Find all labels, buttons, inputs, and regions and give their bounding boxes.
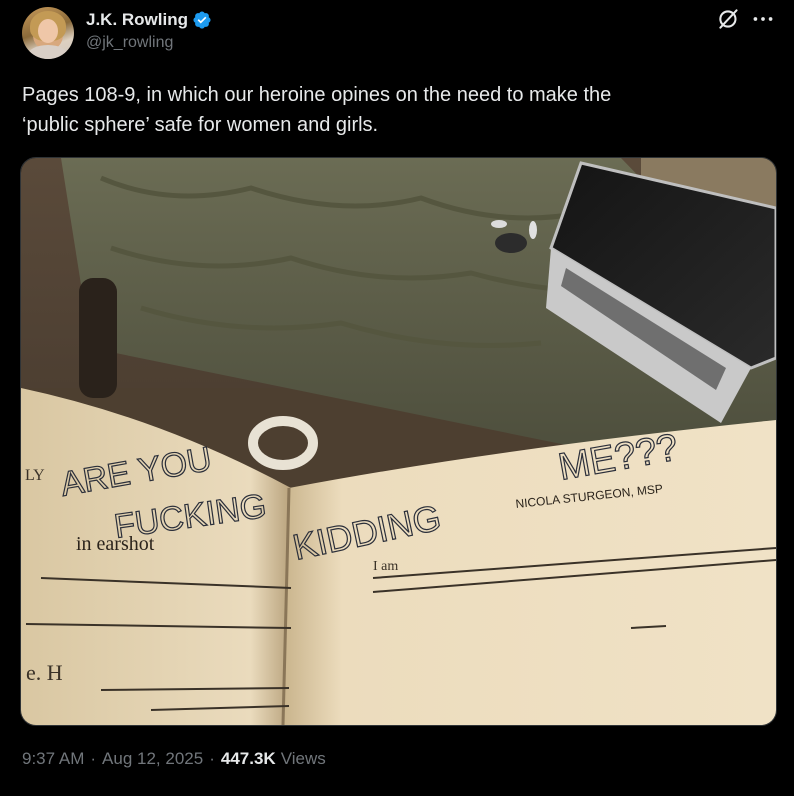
tweet-media-photo[interactable]: LY in earshot e. H I am NICOLA STURGEON,… (20, 157, 777, 726)
book-photo: LY in earshot e. H I am NICOLA STURGEON,… (21, 158, 776, 725)
printed-text: e. H (26, 660, 63, 685)
verified-badge-icon[interactable] (192, 10, 212, 30)
tweet: J.K. Rowling @jk_rowling Pages 108-9, in… (0, 0, 794, 796)
avatar-shoulders (28, 45, 68, 59)
printed-text: I am (373, 559, 398, 574)
tweet-meta: 9:37 AM · Aug 12, 2025 · 447.3K Views (22, 749, 326, 769)
author-display-name[interactable]: J.K. Rowling (86, 10, 188, 30)
small-item (495, 233, 527, 253)
more-horizontal-icon[interactable] (750, 6, 776, 32)
ottoman-leg (79, 278, 117, 398)
printed-text: LY (25, 467, 45, 484)
tweet-date[interactable]: Aug 12, 2025 (102, 749, 203, 769)
author-handle[interactable]: @jk_rowling (86, 34, 173, 52)
views-label: Views (280, 749, 326, 768)
meta-separator: · (90, 749, 97, 768)
tweet-time[interactable]: 9:37 AM (22, 749, 84, 769)
meta-separator: · (209, 749, 215, 768)
grok-icon[interactable] (716, 6, 742, 32)
author-avatar[interactable] (22, 7, 74, 59)
views-count[interactable]: 447.3K (221, 749, 276, 769)
small-item (529, 221, 537, 239)
tweet-text: Pages 108-9, in which our heroine opines… (22, 84, 612, 136)
avatar-face (38, 19, 58, 43)
author-name-row: J.K. Rowling (86, 8, 212, 32)
small-item (491, 220, 507, 228)
